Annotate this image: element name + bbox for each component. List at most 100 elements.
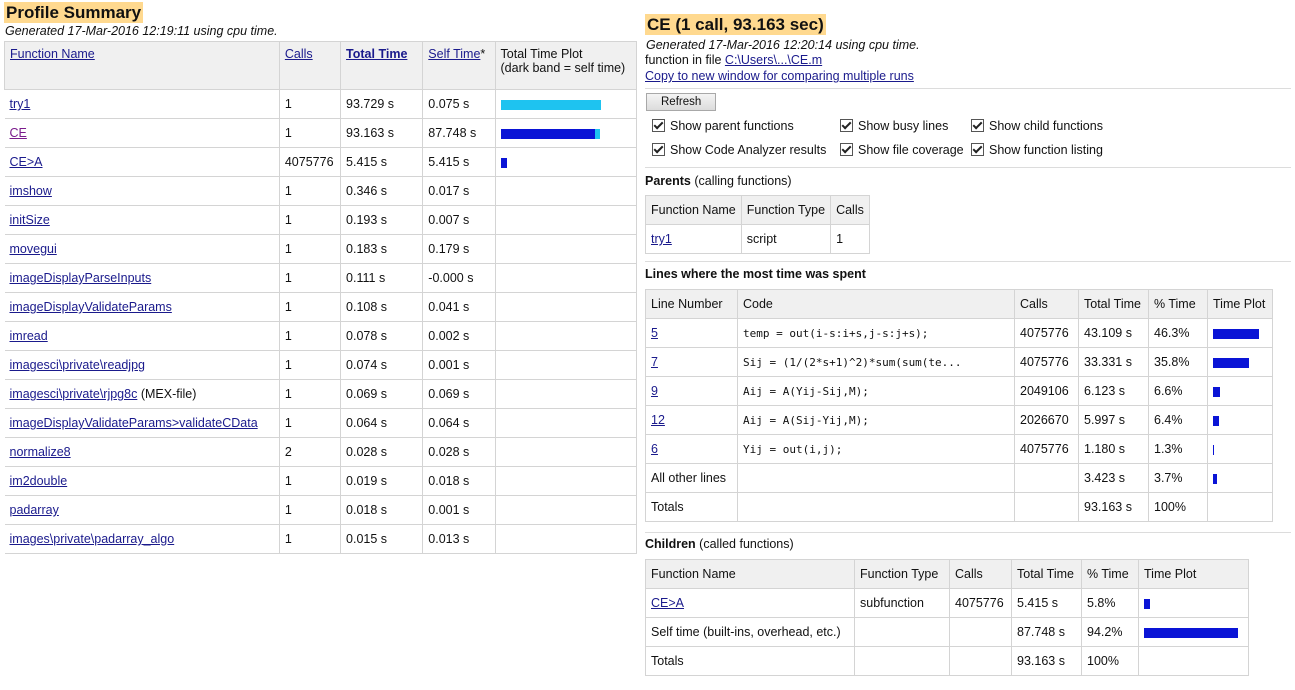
checkbox-checked-icon[interactable]: [971, 119, 984, 132]
sort-calls-link[interactable]: Calls: [285, 47, 313, 61]
pct-time-cell: 94.2%: [1081, 617, 1139, 647]
child-type-cell: subfunction: [854, 588, 950, 618]
option-show-code-analyzer[interactable]: Show Code Analyzer results: [652, 143, 826, 157]
summary-table: Function Name Calls Total Time Self Time…: [4, 41, 638, 554]
code-cell: Yij = out(i,j);: [737, 434, 1015, 464]
total-time-cell: 5.415 s: [340, 147, 424, 177]
sort-function-name-link[interactable]: Function Name: [10, 47, 95, 61]
time-plot-cell: [494, 321, 638, 351]
function-link[interactable]: initSize: [10, 213, 50, 227]
function-link[interactable]: im2double: [10, 474, 68, 488]
time-plot-cell: [1138, 588, 1249, 618]
calls-cell: 2: [278, 437, 342, 467]
parent-function-link[interactable]: try1: [651, 232, 672, 246]
table-row: padarray 1 0.018 s 0.001 s: [4, 495, 638, 525]
children-col-pct-time: % Time: [1081, 559, 1139, 589]
line-number-cell: 12: [645, 405, 738, 435]
option-show-child-functions[interactable]: Show child functions: [971, 119, 1103, 133]
parents-heading-bold: Parents: [645, 174, 691, 188]
line-number-cell: 9: [645, 376, 738, 406]
self-time-cell: 0.002 s: [422, 321, 496, 351]
total-time-cell: 43.109 s: [1078, 318, 1149, 348]
generated-text: Generated 17-Mar-2016 12:19:11 using cpu…: [5, 24, 278, 38]
sort-total-time-link[interactable]: Total Time: [346, 47, 407, 61]
time-plot-cell: [1207, 318, 1273, 348]
children-heading: Children (called functions): [645, 537, 1291, 551]
function-link[interactable]: imagesci\private\rjpg8c: [10, 387, 138, 401]
child-type-cell: [854, 617, 950, 647]
child-function-link[interactable]: CE>A: [651, 596, 684, 610]
option-label: Show file coverage: [858, 143, 964, 157]
child-name-cell: CE>A: [645, 588, 855, 618]
busy-lines-body: 5 temp = out(i-s:i+s,j-s:j+s); 4075776 43.1…: [645, 318, 1273, 522]
plot-header-line2: (dark band = self time): [500, 61, 626, 75]
function-link[interactable]: try1: [10, 97, 31, 111]
calls-cell: 2049106: [1014, 376, 1079, 406]
function-link[interactable]: normalize8: [10, 445, 71, 459]
checkbox-checked-icon[interactable]: [840, 143, 853, 156]
time-bar: [1213, 415, 1219, 426]
checkbox-checked-icon[interactable]: [971, 143, 984, 156]
option-show-file-coverage[interactable]: Show file coverage: [840, 143, 964, 157]
function-link[interactable]: CE: [10, 126, 27, 140]
table-row: im2double 1 0.019 s 0.018 s: [4, 466, 638, 496]
self-time-cell: 0.007 s: [422, 205, 496, 235]
time-plot-cell: [1207, 434, 1273, 464]
total-time-cell: 0.193 s: [340, 205, 424, 235]
function-link[interactable]: imagesci\private\readjpg: [10, 358, 146, 372]
self-time-cell: 0.028 s: [422, 437, 496, 467]
time-plot-cell: [1207, 376, 1273, 406]
function-link[interactable]: padarray: [10, 503, 59, 517]
lines-col-total-time: Total Time: [1078, 289, 1149, 319]
child-name-cell: Self time (built-ins, overhead, etc.): [645, 617, 855, 647]
line-number-link[interactable]: 7: [651, 355, 658, 369]
function-link[interactable]: imread: [10, 329, 48, 343]
totals-pct: 100%: [1081, 646, 1139, 676]
code-cell: Aij = A(Yij-Sij,M);: [737, 376, 1015, 406]
pct-time-cell: 46.3%: [1148, 318, 1208, 348]
lines-col-time-plot: Time Plot: [1207, 289, 1273, 319]
empty-cell: [854, 646, 950, 676]
checkbox-checked-icon[interactable]: [652, 143, 665, 156]
plot-header-line1: Total Time Plot: [500, 47, 583, 61]
function-link[interactable]: imageDisplayParseInputs: [10, 271, 152, 285]
table-row: initSize 1 0.193 s 0.007 s: [4, 205, 638, 235]
calls-cell: 1: [278, 495, 342, 525]
function-link[interactable]: imageDisplayValidateParams: [10, 300, 172, 314]
function-link[interactable]: images\private\padarray_algo: [10, 532, 175, 546]
line-number-link[interactable]: 6: [651, 442, 658, 456]
refresh-button[interactable]: Refresh: [646, 93, 717, 111]
checkbox-checked-icon[interactable]: [840, 119, 853, 132]
table-row: imshow 1 0.346 s 0.017 s: [4, 176, 638, 206]
total-time-cell: 5.997 s: [1078, 405, 1149, 435]
table-row: 7 Sij = (1/(2*s+1)^2)*sum(sum(te... 407577…: [645, 347, 1273, 377]
summary-table-body: try1 1 93.729 s 0.075 s CE 1 93.163 s 87.748 sC…: [4, 89, 638, 554]
option-show-function-listing[interactable]: Show function listing: [971, 143, 1103, 157]
time-plot-cell: [494, 89, 638, 119]
line-number-link[interactable]: 5: [651, 326, 658, 340]
table-row: imageDisplayParseInputs 1 0.111 s -0.000 s: [4, 263, 638, 293]
total-time-cell: 0.078 s: [340, 321, 424, 351]
line-number-link[interactable]: 9: [651, 384, 658, 398]
function-link[interactable]: CE>A: [10, 155, 43, 169]
option-show-busy-lines[interactable]: Show busy lines: [840, 119, 948, 133]
line-number-link[interactable]: 12: [651, 413, 665, 427]
option-show-parent-functions[interactable]: Show parent functions: [652, 119, 794, 133]
function-name-cell: im2double: [4, 466, 280, 496]
table-row: 12 Aij = A(Sij-Yij,M); 2026670 5.997 s 6.4%: [645, 405, 1273, 435]
function-link[interactable]: imshow: [10, 184, 52, 198]
copy-window-link[interactable]: Copy to new window for comparing multipl…: [645, 69, 914, 83]
table-row: normalize8 2 0.028 s 0.028 s: [4, 437, 638, 467]
function-link[interactable]: movegui: [10, 242, 57, 256]
sort-self-time-link[interactable]: Self Time: [428, 47, 480, 61]
file-path-link[interactable]: C:\Users\...\CE.m: [725, 53, 822, 67]
function-link[interactable]: imageDisplayValidateParams>validateCData: [10, 416, 258, 430]
total-time-cell: 0.019 s: [340, 466, 424, 496]
table-row: 5 temp = out(i-s:i+s,j-s:j+s); 4075776 43.1…: [645, 318, 1273, 348]
checkbox-checked-icon[interactable]: [652, 119, 665, 132]
calls-cell: 1: [278, 89, 342, 119]
calls-cell: 1: [278, 292, 342, 322]
table-row: imageDisplayValidateParams>validateCData…: [4, 408, 638, 438]
time-plot-cell: [1138, 617, 1249, 647]
table-row: imread 1 0.078 s 0.002 s: [4, 321, 638, 351]
